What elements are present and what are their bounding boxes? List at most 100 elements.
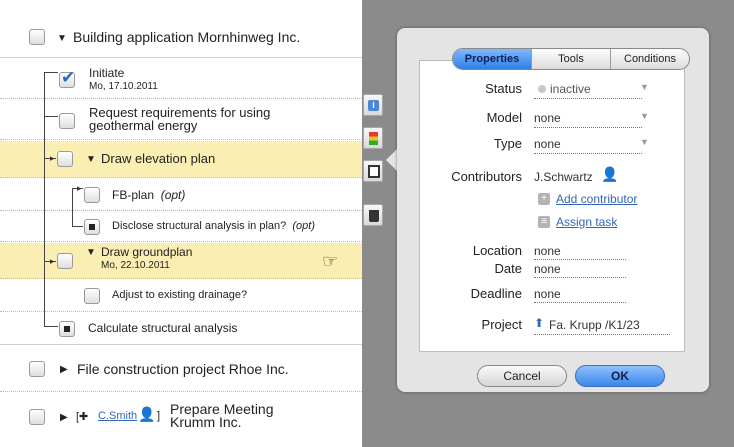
task-label: Draw elevation plan bbox=[101, 151, 216, 166]
expand-right-icon[interactable]: ▶ bbox=[60, 364, 68, 375]
expand-right-icon[interactable]: ▶ bbox=[60, 412, 68, 423]
field-underline bbox=[534, 277, 626, 278]
field-underline bbox=[534, 98, 642, 99]
project-label: Project bbox=[481, 317, 522, 332]
tree-connector bbox=[44, 326, 58, 327]
group-row-building-application[interactable]: ▼ Building application Mornhinweg Inc. bbox=[0, 0, 362, 58]
chevron-down-icon[interactable]: ▼ bbox=[640, 111, 649, 121]
user-icon: 👤 bbox=[138, 406, 156, 422]
task-tree: ▼ Building application Mornhinweg Inc. ✔… bbox=[0, 0, 362, 447]
group-title-line2: Krumm Inc. bbox=[170, 414, 242, 430]
task-row-request-requirements[interactable]: Request requirements for using geotherma… bbox=[0, 100, 362, 140]
expand-down-icon[interactable]: ▼ bbox=[57, 33, 67, 44]
model-label: Model bbox=[486, 110, 522, 125]
assignee-suffix: ] bbox=[157, 410, 161, 422]
contributors-label: Contributors bbox=[451, 169, 522, 184]
tab-properties[interactable]: Properties bbox=[453, 49, 531, 69]
tab-tools[interactable]: Tools bbox=[531, 49, 610, 69]
delete-button[interactable] bbox=[363, 204, 383, 226]
task-row-calculate-structural-analysis[interactable]: Calculate structural analysis bbox=[0, 313, 362, 345]
location-label: Location bbox=[472, 243, 522, 258]
field-underline bbox=[534, 334, 670, 335]
tree-connector bbox=[44, 72, 58, 73]
group-title: File construction project Rhoe Inc. bbox=[77, 361, 289, 377]
tree-connector bbox=[44, 72, 45, 326]
task-row-initiate[interactable]: ✔ Initiate Mo, 17.10.2011 bbox=[0, 59, 362, 99]
color-button[interactable] bbox=[363, 127, 383, 149]
date-value[interactable]: none bbox=[534, 262, 561, 276]
deadline-value[interactable]: none bbox=[534, 287, 561, 301]
task-label: Adjust to existing drainage? bbox=[112, 289, 248, 301]
field-underline bbox=[534, 153, 642, 154]
checkbox[interactable] bbox=[29, 29, 45, 45]
tree-connector bbox=[72, 188, 73, 226]
task-label: Disclose structural analysis in plan? (o… bbox=[112, 220, 315, 232]
properties-panel: Status inactive ▼ Model none ▼ Type none… bbox=[419, 60, 685, 352]
checkbox-indeterminate[interactable] bbox=[84, 219, 100, 235]
status-dot-icon bbox=[538, 85, 546, 93]
model-select[interactable]: none bbox=[534, 111, 561, 125]
chevron-down-icon[interactable]: ▼ bbox=[640, 137, 649, 147]
save-button[interactable] bbox=[363, 160, 383, 182]
checkbox[interactable] bbox=[57, 253, 73, 269]
project-value[interactable]: Fa. Krupp /K1/23 bbox=[549, 318, 640, 332]
project-icon: ⬆ bbox=[534, 316, 545, 330]
location-value[interactable]: none bbox=[534, 244, 561, 258]
tree-connector bbox=[72, 226, 83, 227]
connector-arrow-icon: ▸ bbox=[77, 183, 82, 193]
type-label: Type bbox=[493, 136, 522, 151]
type-select[interactable]: none bbox=[534, 137, 561, 151]
checkbox[interactable] bbox=[84, 187, 100, 203]
status-label: Status bbox=[485, 81, 522, 96]
hand-cursor-icon: ☞ bbox=[322, 251, 339, 271]
group-title: Building application Mornhinweg Inc. bbox=[73, 29, 301, 45]
deadline-label: Deadline bbox=[470, 286, 522, 301]
properties-dialog: Status inactive ▼ Model none ▼ Type none… bbox=[397, 28, 709, 392]
connector-arrow-icon: ▸ bbox=[50, 153, 55, 163]
task-label: Initiate bbox=[89, 66, 125, 80]
connector-arrow-icon: ▸ bbox=[50, 256, 55, 266]
tree-connector bbox=[44, 116, 58, 117]
checkbox-indeterminate[interactable] bbox=[59, 321, 75, 337]
dialog-tabs: Properties Tools Conditions bbox=[452, 48, 690, 70]
assign-icon: ≡ bbox=[538, 216, 550, 228]
expand-down-icon[interactable]: ▼ bbox=[86, 154, 96, 165]
group-row-file-construction[interactable]: ▶ File construction project Rhoe Inc. bbox=[0, 346, 362, 392]
task-date: Mo, 17.10.2011 bbox=[89, 81, 158, 92]
checkbox[interactable] bbox=[59, 113, 75, 129]
save-icon bbox=[368, 165, 380, 178]
add-icon: + bbox=[538, 193, 550, 205]
color-icon bbox=[369, 132, 378, 145]
task-label: Calculate structural analysis bbox=[88, 321, 238, 335]
task-row-disclose-structural-analysis[interactable]: Disclose structural analysis in plan? (o… bbox=[0, 212, 362, 242]
tab-conditions[interactable]: Conditions bbox=[610, 49, 689, 69]
task-label: Draw groundplan bbox=[101, 245, 193, 259]
date-label: Date bbox=[494, 261, 522, 276]
checkbox[interactable] bbox=[84, 288, 100, 304]
contributor-name[interactable]: J.Schwartz bbox=[534, 170, 593, 184]
assignee-link[interactable]: C.Smith bbox=[98, 410, 137, 422]
checkbox[interactable] bbox=[57, 151, 73, 167]
info-button[interactable]: i bbox=[363, 94, 383, 116]
field-underline bbox=[534, 259, 626, 260]
assignee-prefix: [✚ bbox=[76, 411, 89, 423]
task-row-adjust-drainage[interactable]: Adjust to existing drainage? bbox=[0, 280, 362, 312]
checkbox[interactable] bbox=[29, 361, 45, 377]
assign-task-link[interactable]: Assign task bbox=[556, 215, 617, 229]
check-icon: ✔ bbox=[61, 68, 76, 87]
group-row-prepare-meeting[interactable]: ▶ [✚ C.Smith 👤 ] Prepare Meeting Krumm I… bbox=[0, 393, 362, 447]
status-select[interactable]: inactive bbox=[550, 82, 591, 96]
ok-button[interactable]: OK bbox=[575, 365, 665, 387]
user-icon: 👤 bbox=[601, 166, 619, 182]
checkbox[interactable] bbox=[29, 409, 45, 425]
task-label: FB-plan (opt) bbox=[112, 188, 186, 202]
expand-down-icon[interactable]: ▼ bbox=[86, 247, 96, 258]
info-icon: i bbox=[368, 100, 379, 111]
task-row-fb-plan[interactable]: FB-plan (opt) bbox=[0, 179, 362, 211]
add-contributor-link[interactable]: Add contributor bbox=[556, 192, 637, 206]
cancel-button[interactable]: Cancel bbox=[477, 365, 567, 387]
trash-icon bbox=[369, 210, 379, 222]
chevron-down-icon[interactable]: ▼ bbox=[640, 82, 649, 92]
task-date: Mo, 22.10.2011 bbox=[101, 260, 170, 271]
checkbox-checked[interactable]: ✔ bbox=[59, 68, 76, 88]
